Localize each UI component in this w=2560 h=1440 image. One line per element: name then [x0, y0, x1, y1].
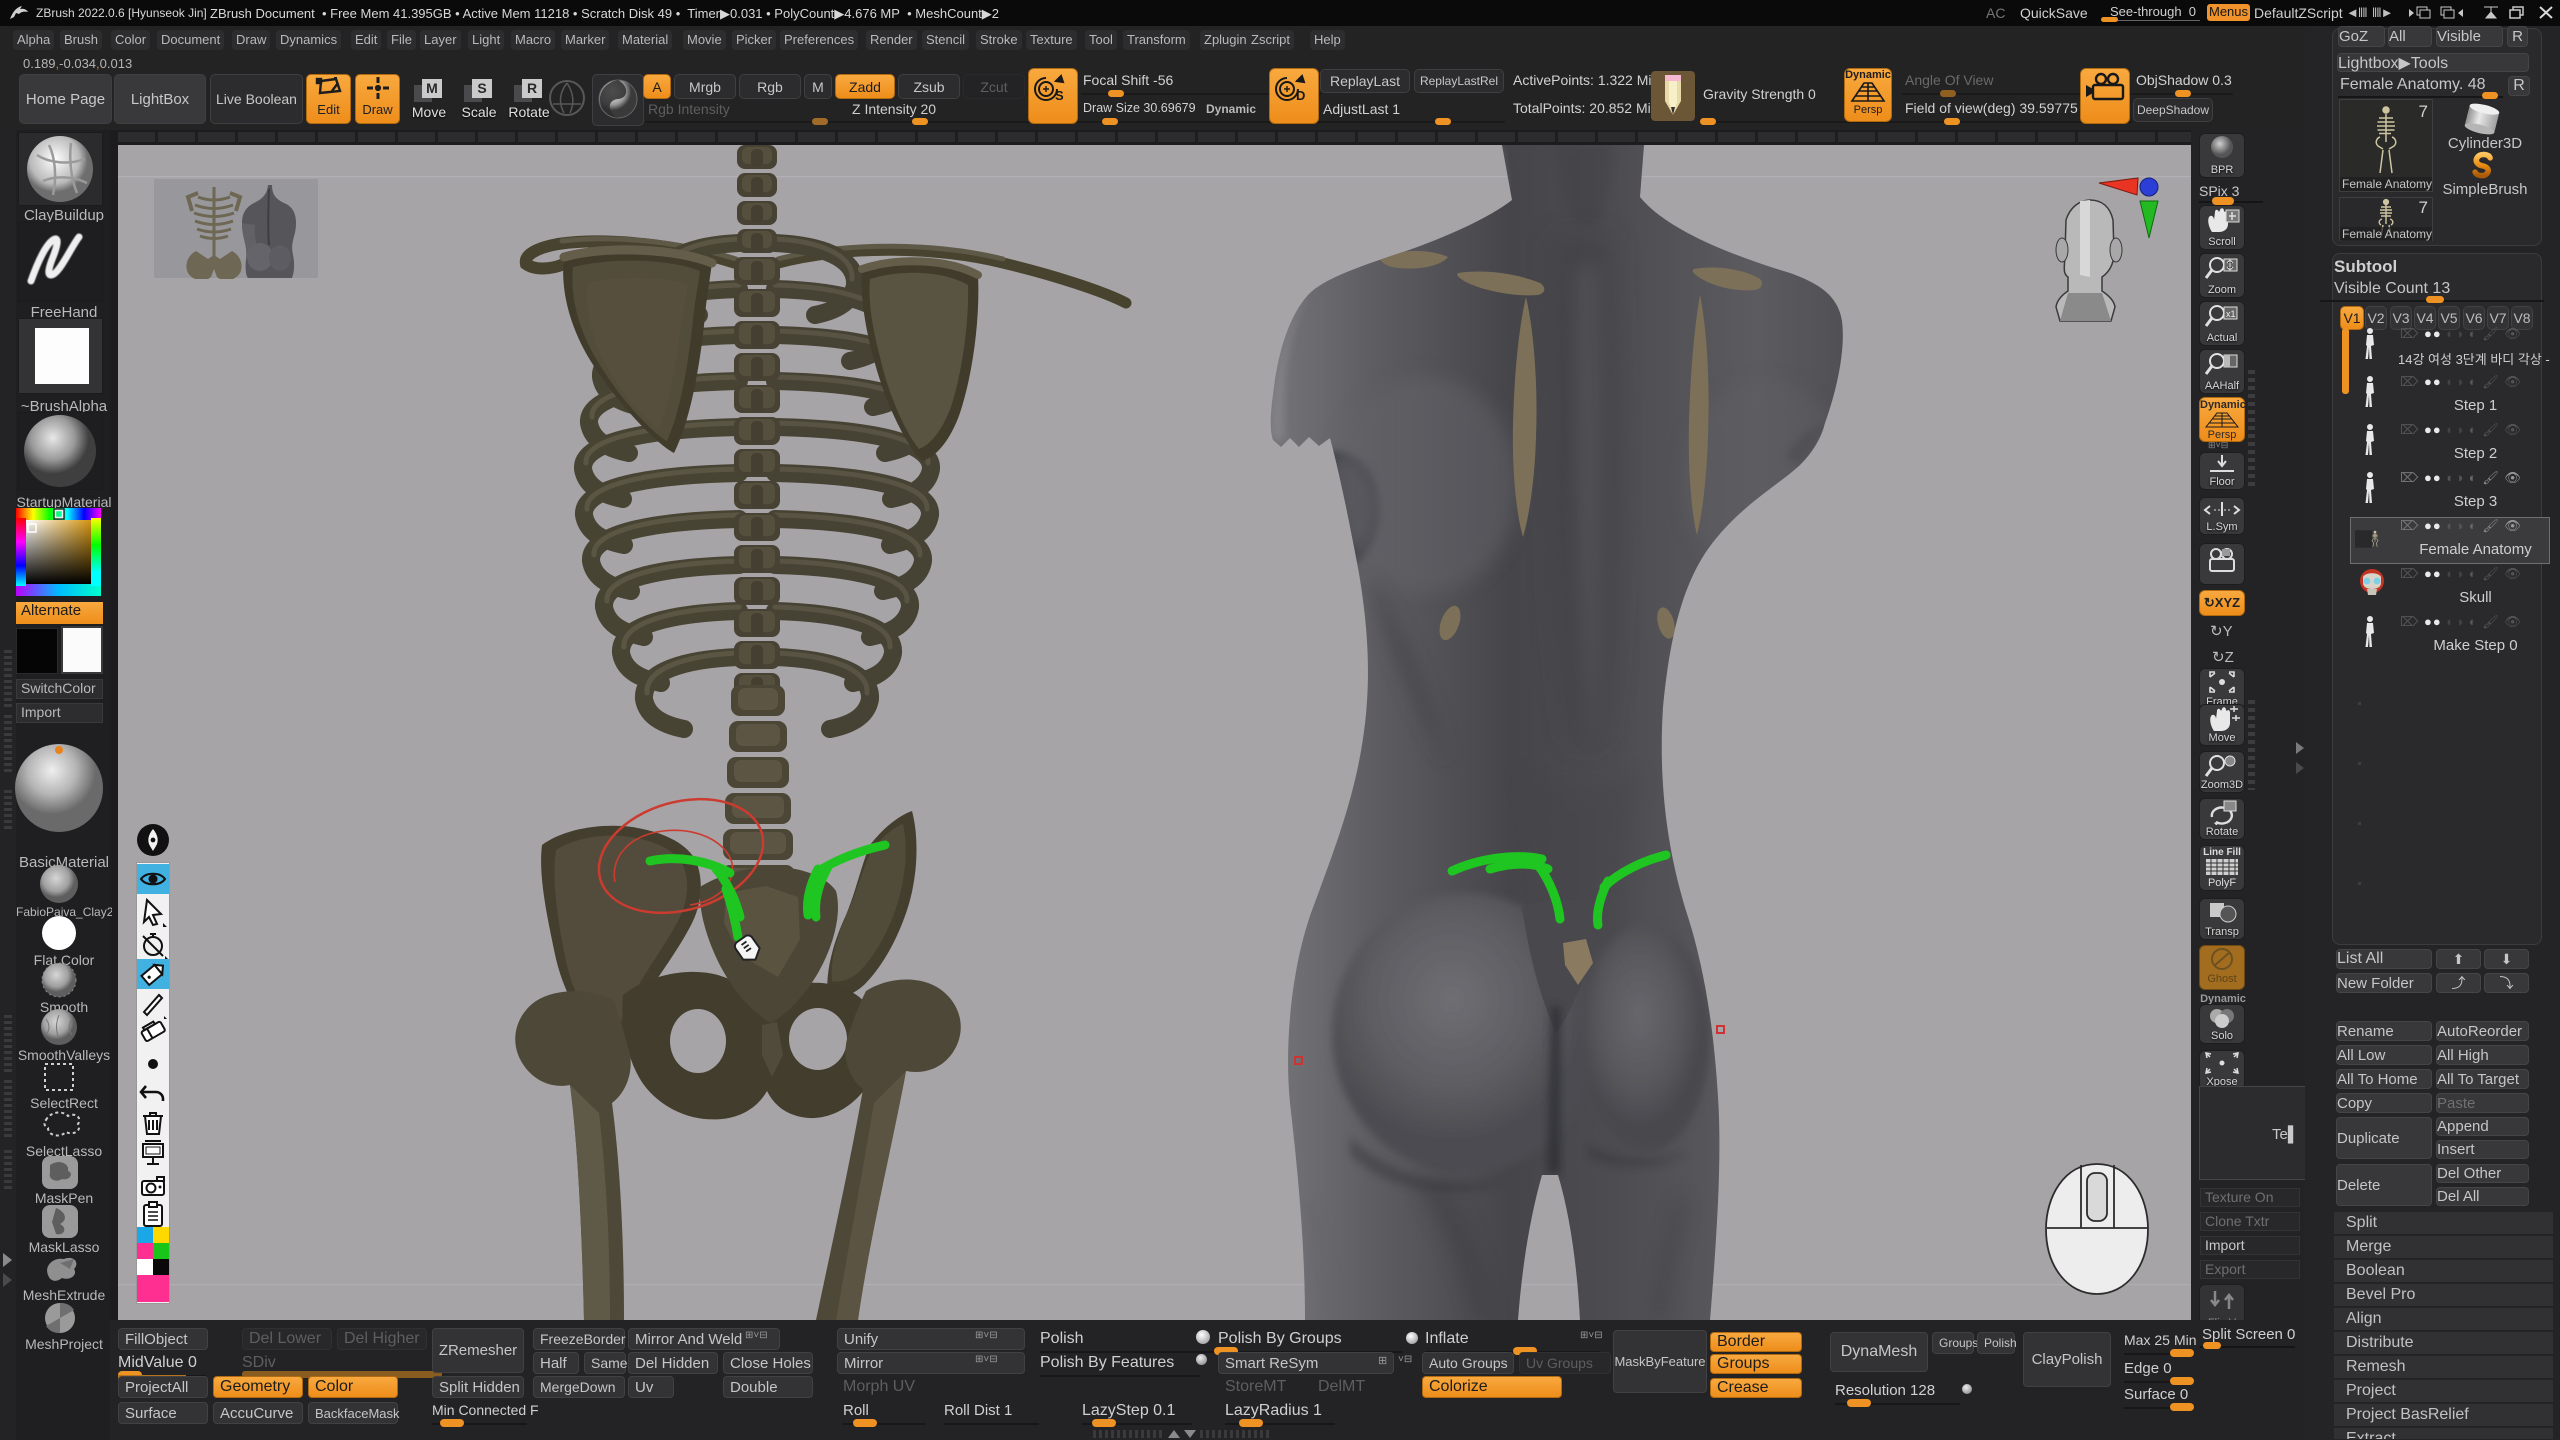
svg-text:S: S	[1055, 88, 1064, 103]
svg-text:x1: x1	[2226, 309, 2236, 319]
svg-text:D: D	[1296, 88, 1305, 103]
